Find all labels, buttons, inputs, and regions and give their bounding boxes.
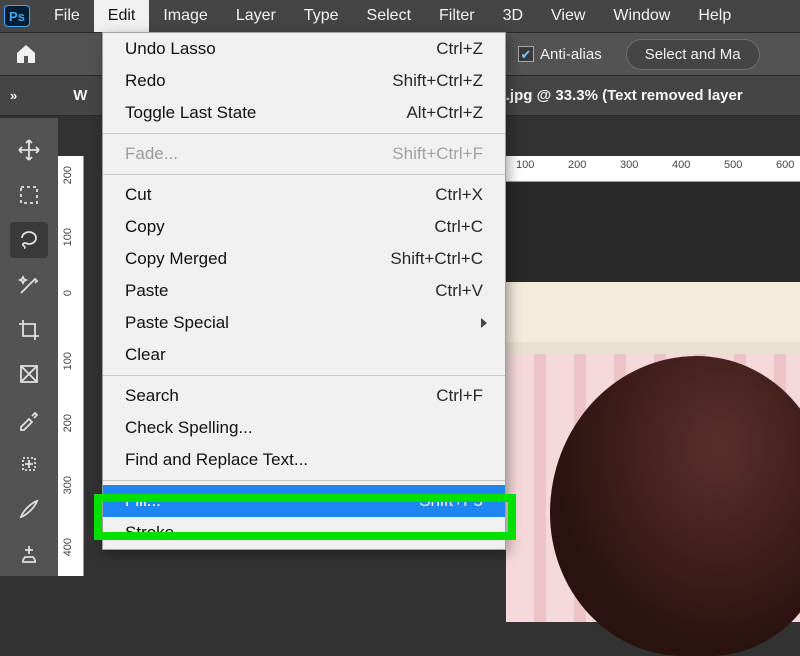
anti-alias-checkbox[interactable]: ✔ Anti-alias xyxy=(518,46,602,63)
menu-item-undo-lasso[interactable]: Undo LassoCtrl+Z xyxy=(103,33,505,65)
menu-item-label: Paste Special xyxy=(125,313,483,333)
menu-item-shortcut: Shift+F5 xyxy=(419,491,483,511)
menu-item-label: Find and Replace Text... xyxy=(125,450,483,470)
frame-tool[interactable] xyxy=(10,356,48,393)
menu-item-label: Search xyxy=(125,386,436,406)
menu-filter[interactable]: Filter xyxy=(425,0,489,32)
menu-item-label: Fill... xyxy=(125,491,419,511)
move-tool[interactable] xyxy=(10,132,48,169)
menu-item-label: Cut xyxy=(125,185,435,205)
document-tab-prefix[interactable]: W xyxy=(73,87,87,104)
menu-separator xyxy=(103,133,505,134)
home-icon[interactable] xyxy=(14,42,38,66)
canvas-pasteboard xyxy=(506,182,800,282)
menu-help[interactable]: Help xyxy=(684,0,745,32)
menu-edit[interactable]: Edit xyxy=(94,0,150,32)
menu-item-cut[interactable]: CutCtrl+X xyxy=(103,179,505,211)
lasso-tool[interactable] xyxy=(10,222,48,259)
menu-item-shortcut: Ctrl+V xyxy=(435,281,483,301)
ruler-mark: 100 xyxy=(62,228,74,246)
menu-item-shortcut: Ctrl+X xyxy=(435,185,483,205)
ruler-mark: 200 xyxy=(62,166,74,184)
menu-item-label: Fade... xyxy=(125,144,392,164)
ruler-mark: 300 xyxy=(62,476,74,494)
menu-item-shortcut: Shift+Ctrl+F xyxy=(392,144,483,164)
marquee-tool[interactable] xyxy=(10,177,48,214)
menu-select[interactable]: Select xyxy=(353,0,425,32)
menu-item-shortcut: Alt+Ctrl+Z xyxy=(406,103,483,123)
ruler-mark: 300 xyxy=(620,159,638,171)
menu-item-shortcut: Ctrl+F xyxy=(436,386,483,406)
healing-brush-tool[interactable] xyxy=(10,446,48,483)
ruler-mark: 200 xyxy=(62,414,74,432)
menu-item-label: Clear xyxy=(125,345,483,365)
menubar: Ps FileEditImageLayerTypeSelectFilter3DV… xyxy=(0,0,800,32)
edit-menu-dropdown: Undo LassoCtrl+ZRedoShift+Ctrl+ZToggle L… xyxy=(102,32,506,550)
chevron-right-icon[interactable]: » xyxy=(10,88,17,103)
chevron-right-icon xyxy=(481,318,487,328)
menu-item-label: Copy xyxy=(125,217,434,237)
menu-type[interactable]: Type xyxy=(290,0,353,32)
vertical-ruler: 200 100 0 100 200 300 400 xyxy=(58,156,84,576)
menu-item-shortcut: Shift+Ctrl+Z xyxy=(392,71,483,91)
menu-item-find-and-replace-text-[interactable]: Find and Replace Text... xyxy=(103,444,505,476)
menu-item-label: Paste xyxy=(125,281,435,301)
ruler-mark: 600 xyxy=(776,159,794,171)
menu-item-fill-[interactable]: Fill...Shift+F5 xyxy=(103,485,505,517)
magic-wand-tool[interactable] xyxy=(10,266,48,303)
menu-separator xyxy=(103,174,505,175)
menu-image[interactable]: Image xyxy=(149,0,221,32)
menu-item-copy[interactable]: CopyCtrl+C xyxy=(103,211,505,243)
menu-item-stroke-[interactable]: Stroke... xyxy=(103,517,505,549)
horizontal-ruler: 100 200 300 400 500 600 xyxy=(506,156,800,182)
menu-file[interactable]: File xyxy=(40,0,94,32)
ruler-mark: 400 xyxy=(62,538,74,556)
anti-alias-label: Anti-alias xyxy=(540,46,602,63)
ruler-mark: 0 xyxy=(62,290,74,296)
menu-item-label: Stroke... xyxy=(125,523,483,543)
menu-item-shortcut: Shift+Ctrl+C xyxy=(390,249,483,269)
menu-item-copy-merged[interactable]: Copy MergedShift+Ctrl+C xyxy=(103,243,505,275)
menu-window[interactable]: Window xyxy=(599,0,684,32)
checkmark-icon: ✔ xyxy=(518,46,534,62)
menu-item-paste-special[interactable]: Paste Special xyxy=(103,307,505,339)
menu-item-paste[interactable]: PasteCtrl+V xyxy=(103,275,505,307)
menu-item-clear[interactable]: Clear xyxy=(103,339,505,371)
clone-stamp-tool[interactable] xyxy=(10,535,48,572)
ruler-mark: 100 xyxy=(62,352,74,370)
menu-item-label: Copy Merged xyxy=(125,249,390,269)
menu-separator xyxy=(103,375,505,376)
menu-item-redo[interactable]: RedoShift+Ctrl+Z xyxy=(103,65,505,97)
app-logo-icon: Ps xyxy=(4,5,30,27)
menu-item-fade-: Fade...Shift+Ctrl+F xyxy=(103,138,505,170)
menu-item-label: Toggle Last State xyxy=(125,103,406,123)
menu-item-shortcut: Ctrl+C xyxy=(434,217,483,237)
document-tab-suffix[interactable]: 1.jpg @ 33.3% (Text removed layer xyxy=(497,87,742,104)
brush-tool[interactable] xyxy=(10,490,48,527)
menu-item-label: Redo xyxy=(125,71,392,91)
menu-item-label: Check Spelling... xyxy=(125,418,483,438)
menu-view[interactable]: View xyxy=(537,0,599,32)
menu-item-toggle-last-state[interactable]: Toggle Last StateAlt+Ctrl+Z xyxy=(103,97,505,129)
ruler-mark: 200 xyxy=(568,159,586,171)
canvas-image[interactable] xyxy=(506,282,800,576)
select-and-mask-button[interactable]: Select and Ma xyxy=(626,39,760,70)
menu-3d[interactable]: 3D xyxy=(489,0,537,32)
tools-panel xyxy=(0,118,58,576)
ruler-mark: 400 xyxy=(672,159,690,171)
ruler-mark: 100 xyxy=(516,159,534,171)
menu-layer[interactable]: Layer xyxy=(222,0,290,32)
menu-item-check-spelling-[interactable]: Check Spelling... xyxy=(103,412,505,444)
menu-separator xyxy=(103,480,505,481)
crop-tool[interactable] xyxy=(10,311,48,348)
menu-item-search[interactable]: SearchCtrl+F xyxy=(103,380,505,412)
menu-item-label: Undo Lasso xyxy=(125,39,436,59)
eyedropper-tool[interactable] xyxy=(10,401,48,438)
ruler-mark: 500 xyxy=(724,159,742,171)
menu-item-shortcut: Ctrl+Z xyxy=(436,39,483,59)
